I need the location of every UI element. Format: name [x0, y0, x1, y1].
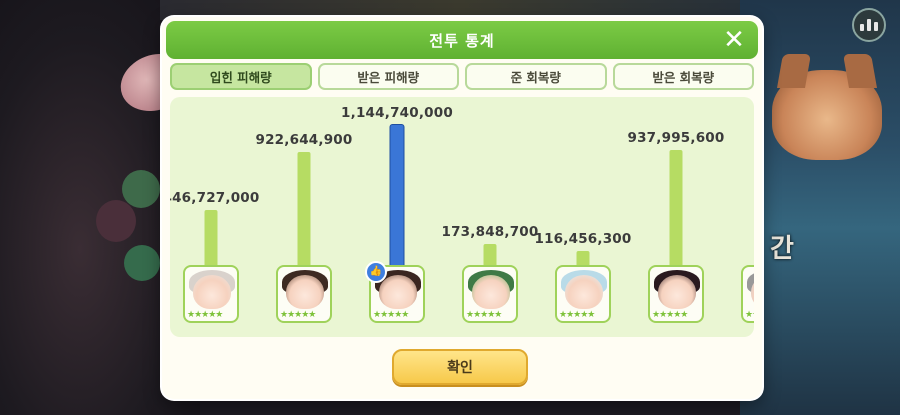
chart-column: 1,144,740,000 ★★★★★ 👍 [341, 97, 453, 337]
star-rating-icon: ★★★★★ [559, 310, 595, 320]
chart-column: 922,644,900 ★★★★★ [256, 97, 352, 337]
chart-column: 173,848,700 ★★★★★ [442, 97, 538, 337]
character-face-icon [193, 275, 231, 309]
character-portrait[interactable]: ★★★★★ [741, 265, 754, 323]
chart-value-label: 937,995,600 [627, 130, 725, 147]
character-face-icon [379, 275, 417, 309]
tab-damage-taken[interactable]: 받은 피해량 [317, 63, 459, 90]
chart-column: 446,727,000 ★★★★★ [170, 97, 259, 337]
chart-bar [297, 152, 311, 265]
star-rating-icon: ★★★★★ [652, 310, 688, 320]
background-chibi-icon [122, 170, 160, 208]
tab-healing-received[interactable]: 받은 회복량 [612, 63, 754, 90]
chart-bar [483, 243, 497, 265]
star-rating-icon: ★★★★★ [187, 310, 223, 320]
character-face-icon [565, 275, 603, 309]
chart-value-label: 116,456,300 [534, 230, 632, 247]
background-chibi-icon [124, 245, 160, 281]
chart-bar [669, 150, 683, 265]
battle-stats-dialog: 전투 통계 ✕ 입힌 피해량 받은 피해량 준 회복량 받은 회복량 446,7… [162, 17, 762, 399]
tab-healing-given[interactable]: 준 회복량 [465, 63, 607, 90]
star-rating-icon: ★★★★★ [373, 310, 409, 320]
background-chibi-icon [96, 200, 136, 242]
chart-value-label: 173,848,700 [441, 223, 539, 240]
confirm-button[interactable]: 확인 [392, 349, 528, 385]
background-side-text: 간 [770, 234, 794, 264]
chart-column: 116,456,300 ★★★★★ [535, 97, 631, 337]
character-portrait[interactable]: ★★★★★ [462, 265, 518, 323]
chart-bar [576, 250, 590, 265]
character-portrait[interactable]: ★★★★★ [648, 265, 704, 323]
star-rating-icon: ★★★★★ [745, 310, 754, 320]
tab-damage-dealt[interactable]: 입힌 피해량 [170, 63, 312, 90]
chart-column: 58★★★★★ [724, 97, 754, 337]
character-face-icon [286, 275, 324, 309]
star-rating-icon: ★★★★★ [466, 310, 502, 320]
close-icon[interactable]: ✕ [720, 26, 748, 54]
chart-value-label: 1,144,740,000 [341, 105, 453, 121]
chart-value-label: 446,727,000 [170, 190, 260, 207]
thumbs-up-icon: 👍 [365, 261, 387, 283]
dialog-title: 전투 통계 [429, 31, 495, 50]
character-face-icon [658, 275, 696, 309]
fox-character-icon [772, 70, 882, 160]
character-face-icon [472, 275, 510, 309]
character-portrait[interactable]: ★★★★★ [555, 265, 611, 323]
star-rating-icon: ★★★★★ [280, 310, 316, 320]
dialog-title-bar: 전투 통계 ✕ [166, 21, 758, 59]
chart-bar [390, 125, 404, 265]
character-portrait[interactable]: ★★★★★ [276, 265, 332, 323]
chart-value-label: 922,644,900 [255, 132, 353, 149]
damage-bar-chart: 446,727,000 ★★★★★ 922,644,900 ★★★★★ 1,144,74… [170, 97, 754, 337]
stats-chart-icon[interactable] [852, 8, 886, 42]
chart-bar [204, 210, 218, 265]
background-right-scene: 간 0 [740, 0, 900, 415]
chart-column: 937,995,600 ★★★★★ [628, 97, 724, 337]
character-portrait[interactable]: ★★★★★ [183, 265, 239, 323]
character-portrait[interactable]: ★★★★★ 👍 [365, 261, 425, 323]
stats-tabs: 입힌 피해량 받은 피해량 준 회복량 받은 회복량 [170, 63, 754, 93]
